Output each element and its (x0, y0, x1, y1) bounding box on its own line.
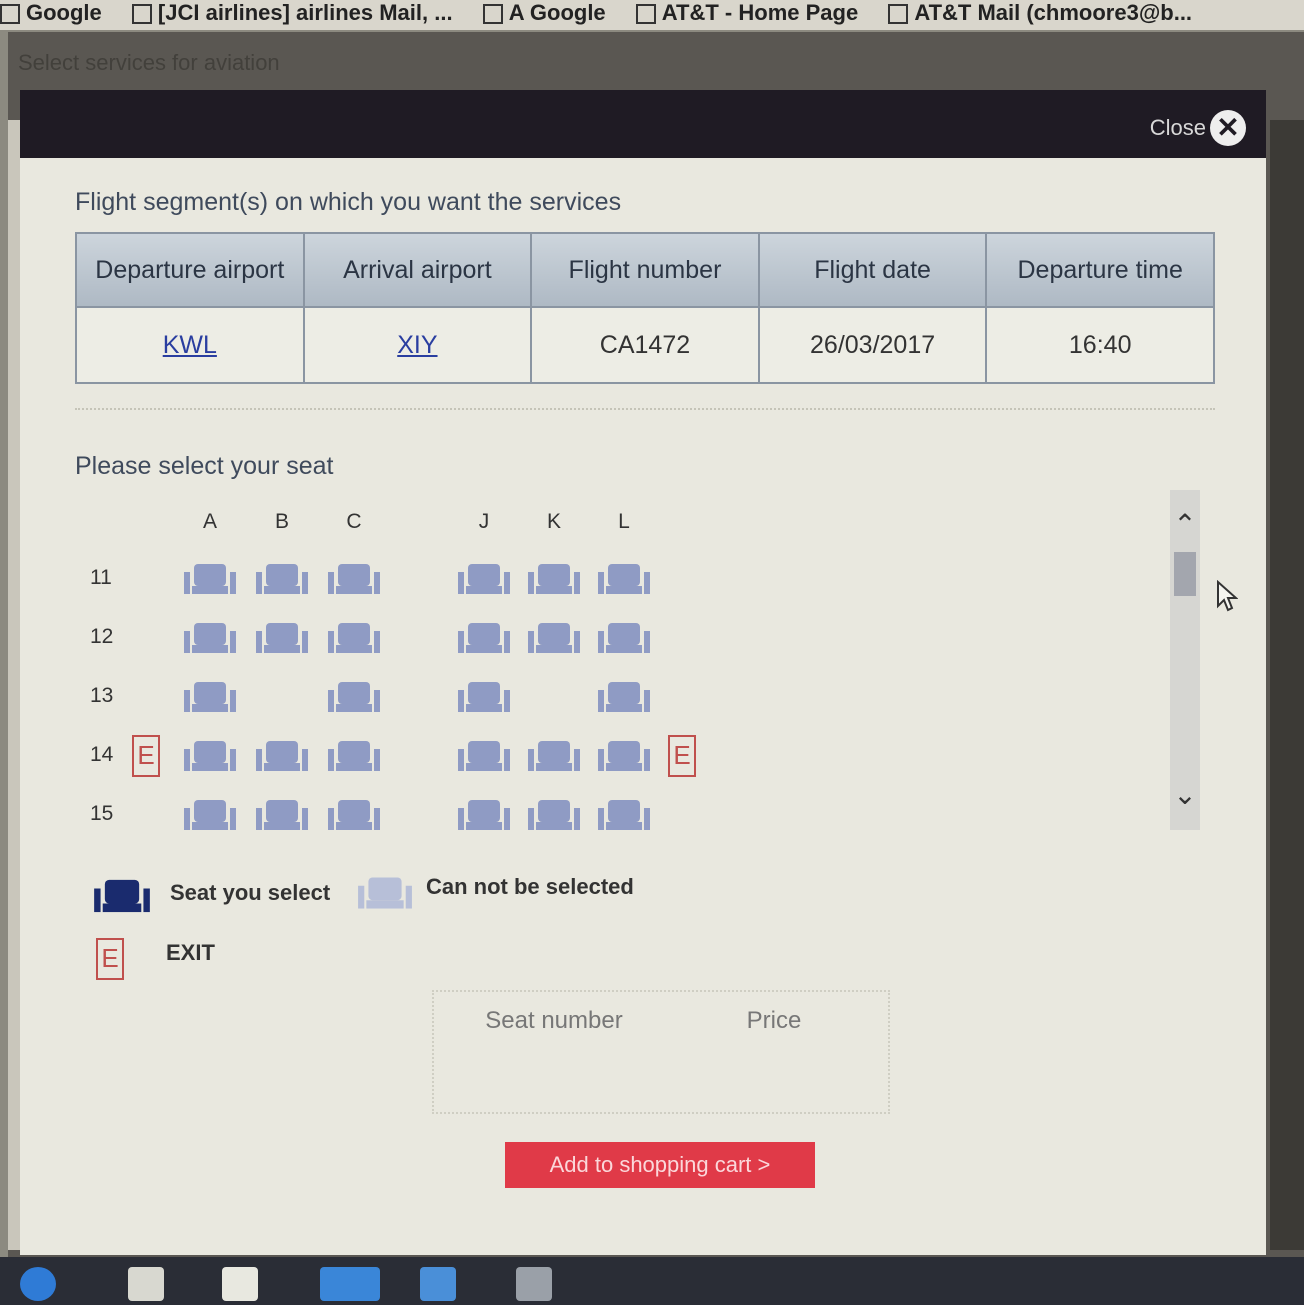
edge-icon[interactable] (20, 1267, 56, 1301)
amazon-icon[interactable] (222, 1267, 258, 1301)
page-right-edge (1270, 120, 1304, 1250)
flight-number-cell: CA1472 (530, 306, 760, 384)
column-letter: C (346, 510, 362, 533)
seat-13A (184, 682, 236, 712)
exit-marker-right: E (668, 735, 696, 777)
seat-12C (328, 623, 380, 653)
internet-explorer-icon[interactable] (320, 1267, 380, 1301)
column-letter: J (478, 510, 490, 533)
seat-14K (528, 741, 580, 771)
bookmark-icon (482, 4, 503, 25)
column-letter: K (546, 510, 561, 533)
price-header: Price (746, 1007, 802, 1034)
section-divider (75, 408, 1215, 410)
seat-select-title: Please select your seat (75, 452, 334, 480)
seat-14B (256, 741, 308, 771)
taskbar (0, 1257, 1304, 1305)
table-row: KWL XIY CA1472 26/03/2017 16:40 (75, 306, 1215, 384)
close-label: Close (1149, 115, 1206, 140)
bookmark-att-mail[interactable]: AT&T Mail (chmoore3@b... (888, 0, 1192, 26)
seat-12A (184, 623, 236, 653)
seat-12B (256, 623, 308, 653)
scroll-up-icon[interactable]: ⌃ (1170, 510, 1200, 540)
seat-15A (184, 800, 236, 830)
row-number: 14 (90, 743, 114, 766)
seat-selection-modal: Close ✕ Flight segment(s) on which you w… (20, 90, 1266, 1255)
exit-marker-left: E (132, 735, 160, 777)
seat-12L (598, 623, 650, 653)
flight-date-cell: 26/03/2017 (757, 306, 988, 384)
column-letter: B (274, 510, 289, 533)
seat-11B (256, 564, 308, 594)
seat-14C (328, 741, 380, 771)
seatmap-scrollbar[interactable]: ⌃ ⌄ (1170, 490, 1200, 830)
seat-13C (328, 682, 380, 712)
row-number: 15 (90, 802, 114, 825)
selected-seat-legend-icon (94, 879, 150, 913)
seat-13J (458, 682, 510, 712)
row-number: 12 (90, 625, 114, 648)
legend-exit-label: EXIT (166, 940, 215, 965)
seat-11K (528, 564, 580, 594)
table-header-row: Departure airport Arrival airport Flight… (75, 232, 1215, 308)
seat-15C (328, 800, 380, 830)
selection-summary: Seat number Price (432, 990, 890, 1114)
header-departure-airport: Departure airport (75, 232, 305, 308)
seat-15B (256, 800, 308, 830)
scrollbar-thumb[interactable] (1174, 552, 1196, 596)
header-flight-date: Flight date (757, 232, 988, 308)
seat-14J (458, 741, 510, 771)
row-number: 11 (90, 566, 112, 589)
seat-15L (598, 800, 650, 830)
seat-15K (528, 800, 580, 830)
bookmark-a-google[interactable]: A Google (482, 0, 606, 26)
bookmark-airlines-mail[interactable]: [JCI airlines] airlines Mail, ... (131, 0, 453, 26)
seat-13L (598, 682, 650, 712)
bookmark-icon (888, 4, 909, 25)
header-flight-number: Flight number (530, 232, 760, 308)
legend-unavailable-label: Can not be selected (426, 874, 634, 899)
seat-14A (184, 741, 236, 771)
file-explorer-icon[interactable] (516, 1267, 552, 1301)
add-to-cart-button[interactable]: Add to shopping cart > (505, 1142, 815, 1188)
row-number: 13 (90, 684, 114, 707)
seat-11L (598, 564, 650, 594)
header-departure-time: Departure time (985, 232, 1215, 308)
seat-14L (598, 741, 650, 771)
page-heading: Select services for aviation (18, 50, 280, 75)
seat-12K (528, 623, 580, 653)
seat-15J (458, 800, 510, 830)
header-arrival-airport: Arrival airport (302, 232, 533, 308)
store-icon[interactable] (128, 1267, 164, 1301)
seat-number-header: Seat number (485, 1007, 623, 1034)
globe-icon (635, 4, 656, 25)
modal-header: Close ✕ (20, 90, 1266, 158)
seat-11A (184, 564, 236, 594)
arrival-airport-link[interactable]: XIY (302, 306, 533, 384)
bookmark-icon (0, 4, 20, 25)
departure-time-cell: 16:40 (985, 306, 1215, 384)
scroll-down-icon[interactable]: ⌄ (1170, 780, 1200, 810)
seat-shape (94, 879, 150, 913)
legend-exit-icon: E (96, 938, 124, 980)
segments-title: Flight segment(s) on which you want the … (75, 188, 622, 216)
legend-selected-label: Seat you select (170, 880, 331, 905)
seat-11J (458, 564, 510, 594)
bookmark-bar: Google [JCI airlines] airlines Mail, ...… (0, 0, 1304, 30)
page-left-edge (8, 120, 20, 1250)
outlook-icon[interactable] (420, 1267, 456, 1301)
flight-segment-table: Departure airport Arrival airport Flight… (75, 232, 1215, 384)
bookmark-att-home[interactable]: AT&T - Home Page (635, 0, 858, 26)
bookmark-google[interactable]: Google (0, 0, 102, 26)
seat-11C (328, 564, 380, 594)
departure-airport-link[interactable]: KWL (75, 306, 305, 384)
mouse-cursor-icon (1217, 580, 1238, 612)
seat-12J (458, 623, 510, 653)
bookmark-icon (131, 4, 152, 25)
close-button[interactable]: Close ✕ (1150, 110, 1246, 146)
close-icon[interactable]: ✕ (1210, 110, 1246, 146)
unavailable-seat-legend-icon (358, 877, 412, 909)
column-letter: A (202, 510, 217, 533)
column-letter: L (618, 510, 630, 533)
